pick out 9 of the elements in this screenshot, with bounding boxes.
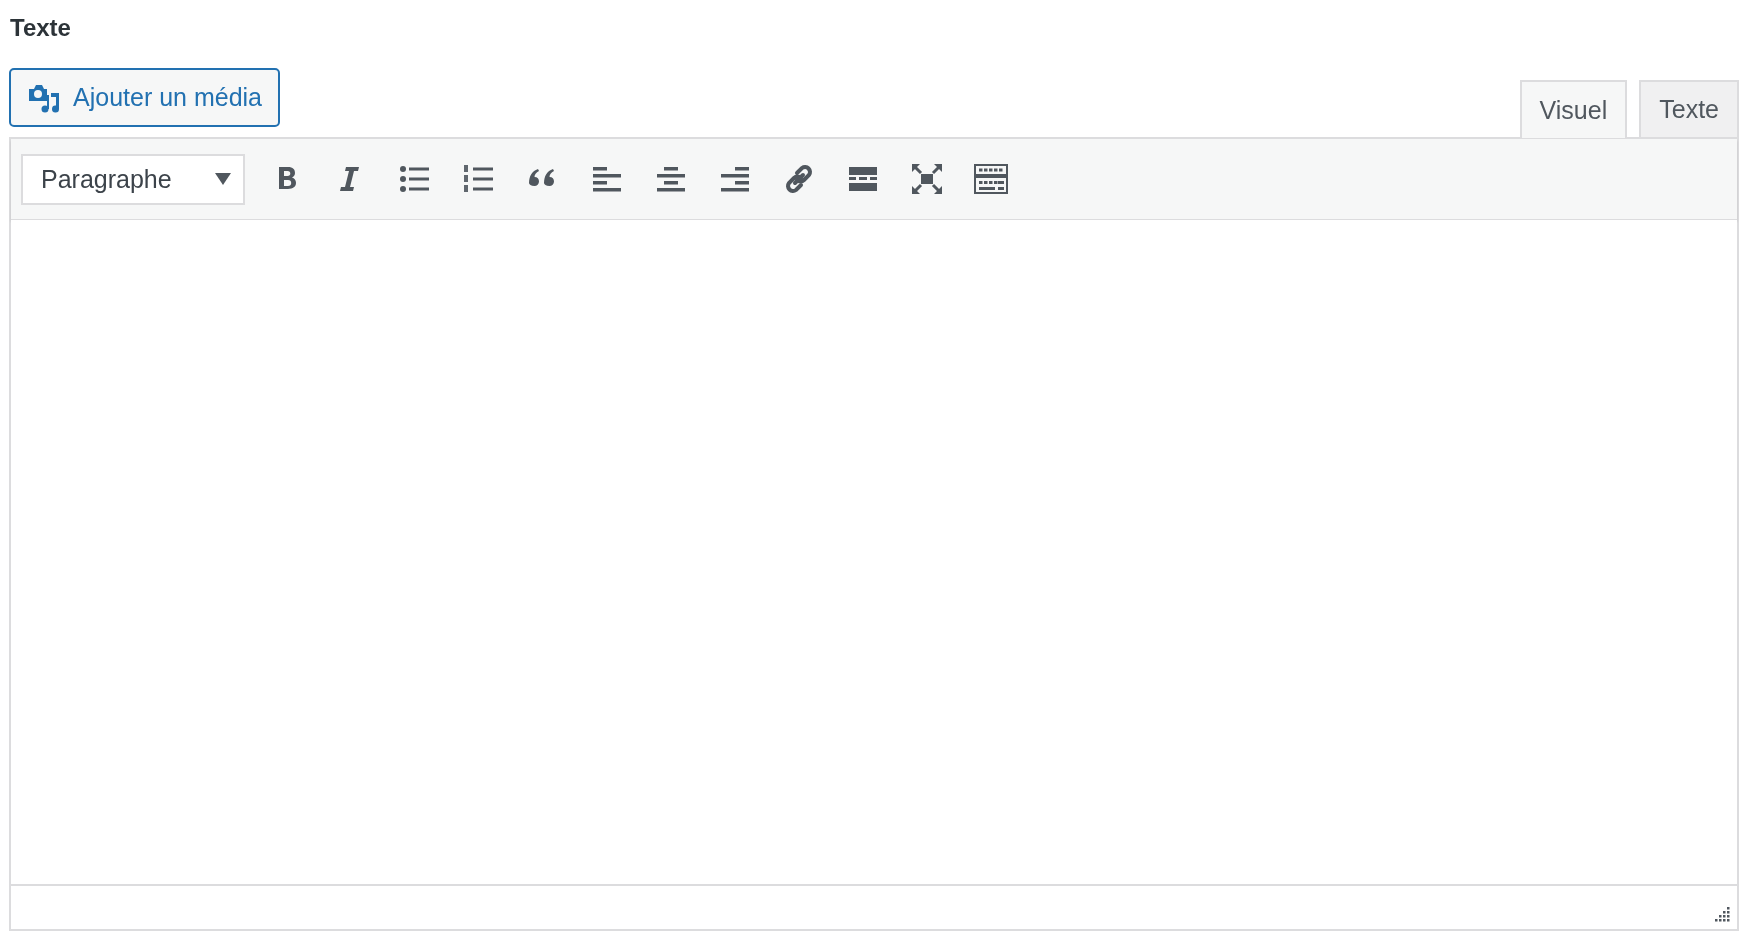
- editor-tab[interactable]: Visuel: [1519, 80, 1628, 138]
- fullscreen-icon: [909, 161, 945, 197]
- field-label: Texte: [10, 14, 72, 43]
- toolbar-toggle-icon: [973, 161, 1009, 197]
- caret-icon: [215, 173, 231, 185]
- editor-tab[interactable]: Texte: [1639, 80, 1739, 137]
- resize-handle-icon[interactable]: [1715, 907, 1731, 923]
- add-media-button[interactable]: Ajouter un média: [9, 68, 280, 127]
- format-select[interactable]: Paragraphe: [21, 153, 245, 205]
